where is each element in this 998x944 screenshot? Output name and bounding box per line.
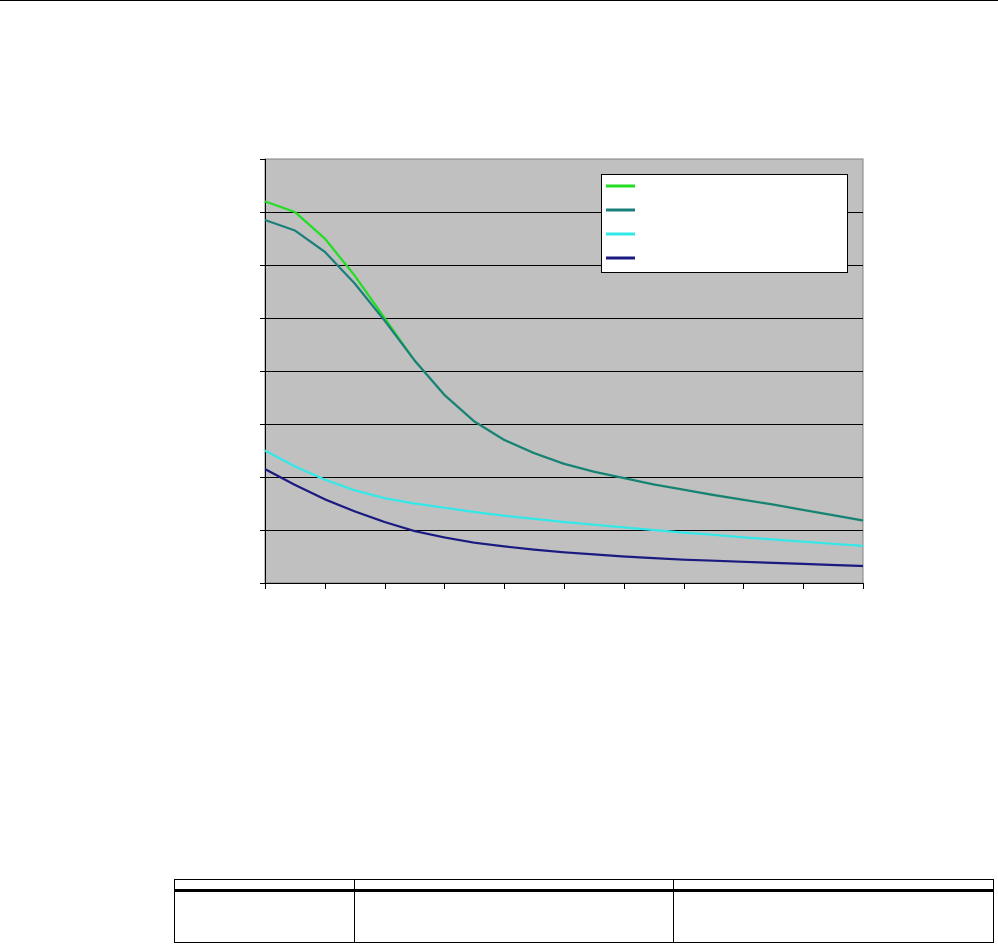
- table-top-border: [174, 879, 994, 880]
- legend-box: [601, 174, 848, 273]
- table-bottom-border: [174, 942, 994, 943]
- table-column-border: [993, 879, 994, 943]
- line-chart: [260, 158, 864, 589]
- table-column-border: [354, 879, 355, 943]
- data-table: [174, 860, 994, 944]
- table-header-separator: [174, 889, 994, 892]
- document-page: [0, 0, 998, 944]
- table-column-border: [673, 879, 674, 943]
- table-column-border: [174, 879, 175, 943]
